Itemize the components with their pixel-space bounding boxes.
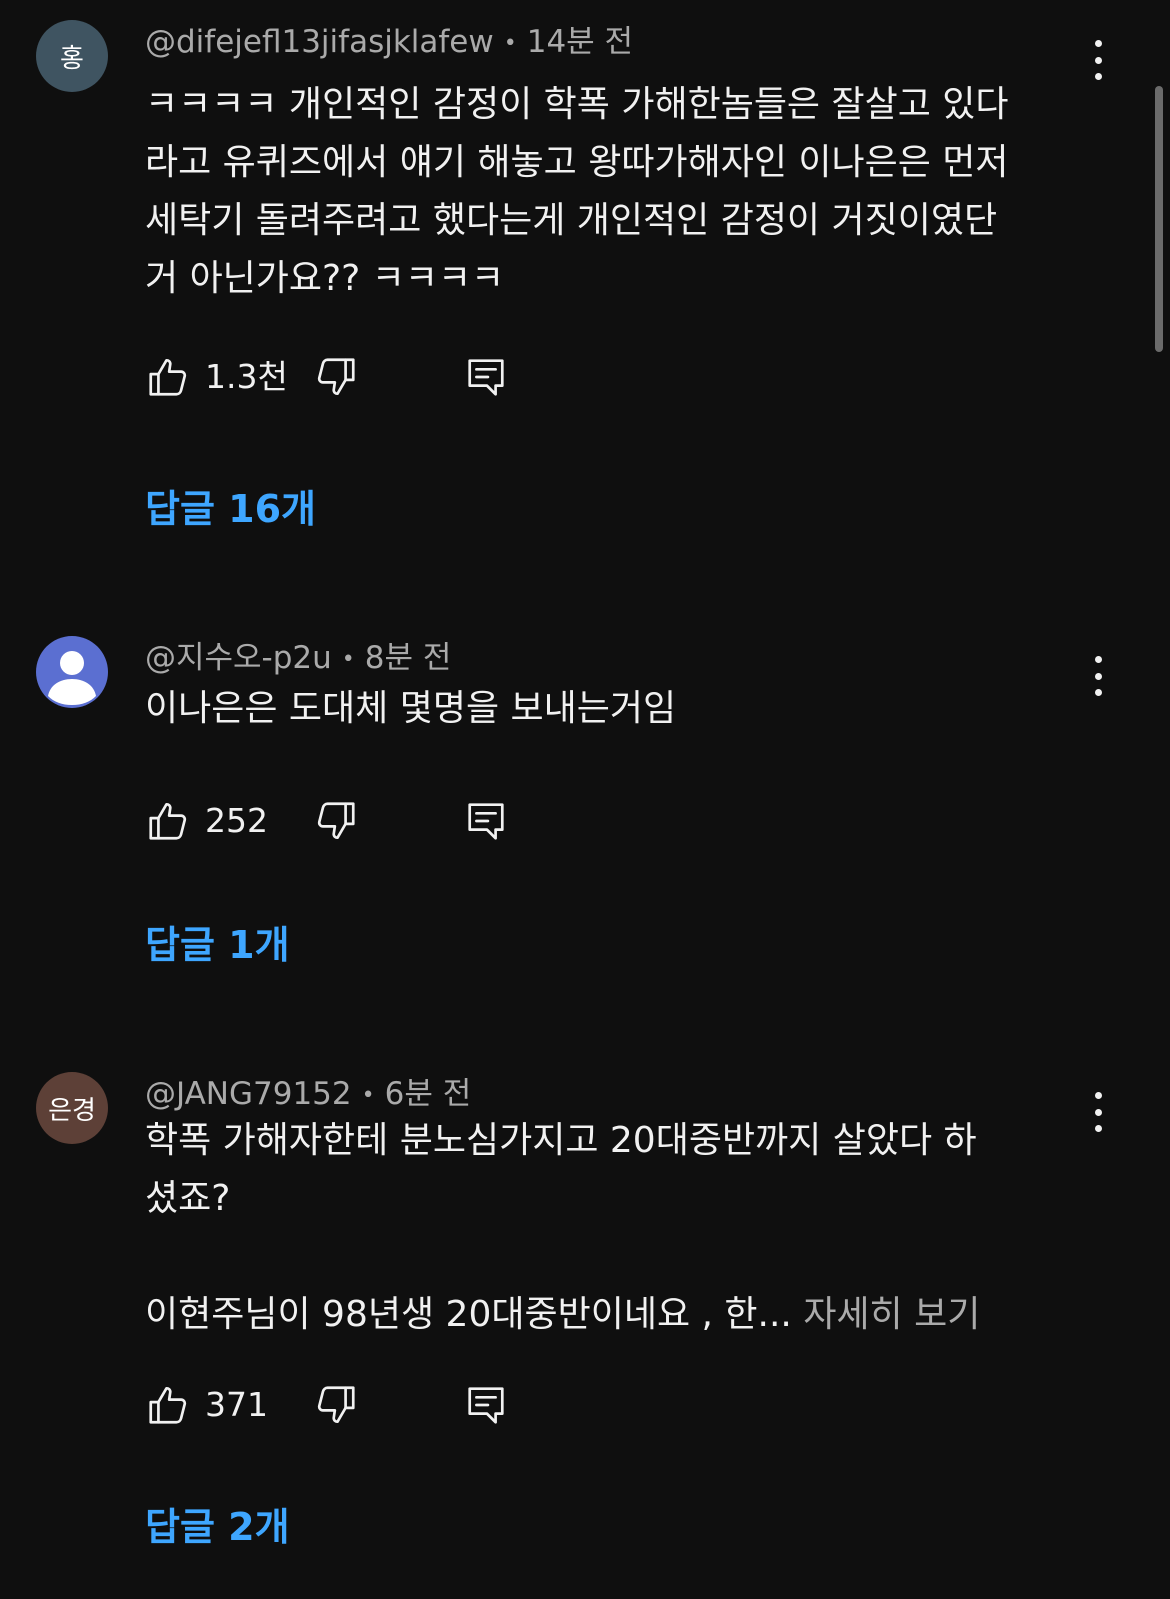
thumbs-down-icon[interactable] xyxy=(313,798,359,844)
avatar[interactable]: 홍 xyxy=(36,20,108,92)
comment-author[interactable]: @JANG79152 xyxy=(145,1076,352,1112)
avatar[interactable]: 은경 xyxy=(36,1072,108,1144)
separator-dot: • xyxy=(503,30,517,56)
avatar-initial: 은경 xyxy=(48,1095,96,1126)
comment-actions: 252 xyxy=(145,798,565,848)
comment-text: ㅋㅋㅋㅋ 개인적인 감정이 학폭 가해한놈들은 잘살고 있다 라고 유퀴즈에서 … xyxy=(145,84,1009,299)
avatar-initial: 홍 xyxy=(60,43,84,74)
thumbs-down-icon[interactable] xyxy=(313,354,359,400)
more-options-icon[interactable] xyxy=(1082,40,1114,80)
view-replies-button[interactable]: 답글 2개 xyxy=(145,1504,290,1550)
comment-time[interactable]: 14분 전 xyxy=(527,24,633,60)
like-count: 252 xyxy=(205,801,268,840)
separator-dot: • xyxy=(361,1082,375,1108)
person-icon xyxy=(48,651,96,705)
reply-comment-icon[interactable] xyxy=(463,1382,509,1428)
scrollbar[interactable] xyxy=(1155,86,1163,352)
thumbs-up-icon[interactable] xyxy=(145,798,191,844)
view-replies-button[interactable]: 답글 1개 xyxy=(145,922,290,968)
comment-time[interactable]: 8분 전 xyxy=(365,640,452,676)
comment-author[interactable]: @difejefl13jifasjklafew xyxy=(145,24,494,60)
comment-header: @JANG79152 • 6분 전 xyxy=(145,1076,471,1114)
comment-time[interactable]: 6분 전 xyxy=(385,1076,472,1112)
reply-comment-icon[interactable] xyxy=(463,798,509,844)
thumbs-up-icon[interactable] xyxy=(145,354,191,400)
thumbs-up-icon[interactable] xyxy=(145,1382,191,1428)
comment-text: 학폭 가해자한테 분노심가지고 20대중반까지 살았다 하 셨죠? 이현주님이 … xyxy=(145,1112,1085,1344)
separator-dot: • xyxy=(341,646,355,672)
more-options-icon[interactable] xyxy=(1082,656,1114,696)
read-more-link[interactable]: 자세히 보기 xyxy=(803,1294,980,1335)
avatar[interactable] xyxy=(36,636,108,708)
view-replies-button[interactable]: 답글 16개 xyxy=(145,486,316,532)
more-options-icon[interactable] xyxy=(1082,1092,1114,1132)
comment-text: 이나은은 도대체 몇명을 보내는거임 xyxy=(145,688,677,729)
like-count: 371 xyxy=(205,1385,268,1424)
comment-author[interactable]: @지수오-p2u xyxy=(145,640,332,676)
thumbs-down-icon[interactable] xyxy=(313,1382,359,1428)
like-count: 1.3천 xyxy=(205,357,288,396)
comment-header: @difejefl13jifasjklafew • 14분 전 xyxy=(145,24,633,62)
reply-comment-icon[interactable] xyxy=(463,354,509,400)
comment-header: @지수오-p2u • 8분 전 xyxy=(145,640,451,678)
comment-actions: 371 xyxy=(145,1382,565,1432)
comment-actions: 1.3천 xyxy=(145,354,565,404)
